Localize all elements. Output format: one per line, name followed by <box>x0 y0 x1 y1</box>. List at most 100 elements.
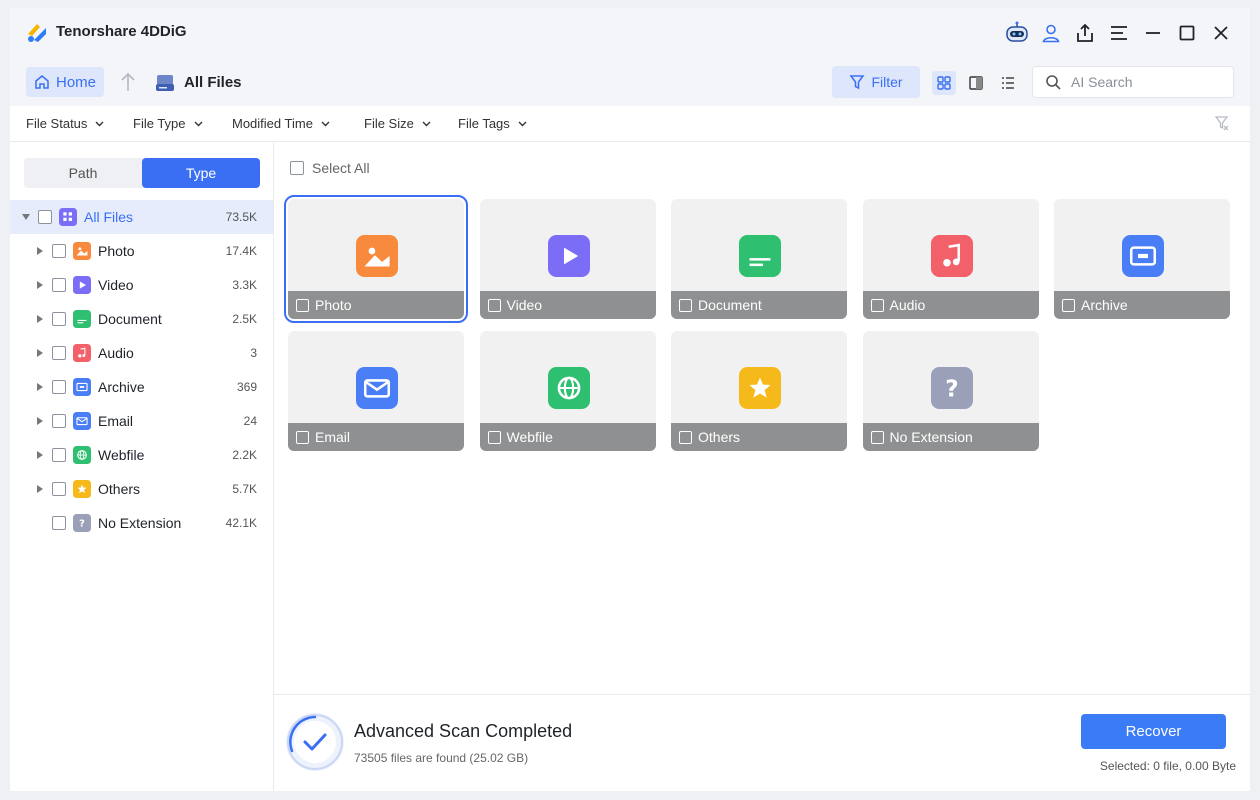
menu-icon[interactable] <box>1102 18 1136 48</box>
caret-right-icon[interactable] <box>36 417 44 425</box>
grid-view-button[interactable] <box>932 71 956 95</box>
tile-audio[interactable]: Audio <box>862 199 1039 319</box>
selected-info: Selected: 0 file, 0.00 Byte <box>1099 759 1236 773</box>
tile-label: Photo <box>315 297 352 313</box>
scan-summary: 73505 files are found (25.02 GB) <box>354 751 529 765</box>
webfile-icon <box>547 367 590 415</box>
tile-email[interactable]: Email <box>288 331 464 451</box>
caret-right-icon[interactable] <box>36 349 44 357</box>
tile-checkbox[interactable] <box>870 430 884 444</box>
tile-caption: Document <box>671 291 847 319</box>
caret-right-icon[interactable] <box>36 383 44 391</box>
sidebar-item-webfile[interactable]: Webfile 2.2K <box>10 438 273 472</box>
filter-file-status[interactable]: File Status <box>26 116 104 131</box>
sidebar-item-count: 73.5K <box>225 210 257 224</box>
tab-path[interactable]: Path <box>24 158 142 188</box>
caret-right-icon[interactable] <box>36 485 44 493</box>
tile-video[interactable]: Video <box>479 199 656 319</box>
sidebar-item-checkbox[interactable] <box>52 380 66 394</box>
tile-others[interactable]: Others <box>671 331 847 451</box>
sidebar-item-others[interactable]: Others 5.7K <box>10 472 273 506</box>
sidebar-item-checkbox[interactable] <box>52 312 66 326</box>
list-view-button[interactable] <box>996 71 1020 95</box>
tile-checkbox[interactable] <box>870 298 884 312</box>
select-all-checkbox[interactable] <box>290 161 304 175</box>
maximize-icon[interactable] <box>1170 18 1204 48</box>
tile-document[interactable]: Document <box>671 199 847 319</box>
tile-archive[interactable]: Archive <box>1054 199 1230 319</box>
sidebar-item-checkbox[interactable] <box>52 448 66 462</box>
chevron-down-icon <box>194 121 203 126</box>
filter-file-tags[interactable]: File Tags <box>458 116 527 131</box>
photo-icon <box>73 242 91 260</box>
grid-icon <box>59 208 77 226</box>
recover-button[interactable]: Recover <box>1081 714 1226 749</box>
search-box[interactable] <box>1032 66 1234 98</box>
others-icon <box>739 367 781 415</box>
caret-right-icon[interactable] <box>36 247 44 255</box>
sidebar-item-checkbox[interactable] <box>52 244 66 258</box>
up-arrow-icon[interactable] <box>118 71 138 93</box>
tile-caption: Audio <box>862 291 1039 319</box>
sidebar-item-audio[interactable]: Audio 3 <box>10 336 273 370</box>
sidebar-item-document[interactable]: Document 2.5K <box>10 302 273 336</box>
status-footer: Advanced Scan Completed 73505 files are … <box>274 694 1250 791</box>
sidebar-item-all-files[interactable]: All Files 73.5K <box>10 200 273 234</box>
tile-checkbox[interactable] <box>296 430 309 444</box>
sidebar-item-checkbox[interactable] <box>52 414 66 428</box>
sidebar-item-email[interactable]: Email 24 <box>10 404 273 438</box>
filter-file-type[interactable]: File Type <box>133 116 203 131</box>
sidebar-item-photo[interactable]: Photo 17.4K <box>10 234 273 268</box>
tile-checkbox[interactable] <box>296 298 309 312</box>
tile-checkbox[interactable] <box>1062 298 1075 312</box>
sidebar-item-checkbox[interactable] <box>52 278 66 292</box>
close-icon[interactable] <box>1204 18 1238 48</box>
app-window: Tenorshare 4DDiG Home All Files Filter A… <box>10 8 1250 791</box>
sidebar-item-no-extension[interactable]: ? No Extension 42.1K <box>10 506 273 540</box>
navigation-bar: Home All Files Filter <box>10 58 1250 106</box>
no-extension-icon: ? <box>930 367 973 415</box>
sidebar-item-checkbox[interactable] <box>52 516 66 530</box>
photo-icon <box>356 235 398 283</box>
tile-no-extension[interactable]: ? No Extension <box>862 331 1039 451</box>
filter-file-size[interactable]: File Size <box>364 116 431 131</box>
tile-checkbox[interactable] <box>487 430 501 444</box>
tile-webfile[interactable]: Webfile <box>479 331 656 451</box>
tile-checkbox[interactable] <box>679 430 692 444</box>
sidebar-item-checkbox[interactable] <box>38 210 52 224</box>
caret-right-icon[interactable] <box>36 451 44 459</box>
filter-modified-time[interactable]: Modified Time <box>232 116 330 131</box>
sidebar-item-label: All Files <box>84 209 134 225</box>
email-icon <box>356 367 398 415</box>
filter-modified-time-label: Modified Time <box>232 116 313 131</box>
sidebar-item-archive[interactable]: Archive 369 <box>10 370 273 404</box>
clear-filter-icon[interactable] <box>1214 115 1230 131</box>
share-icon[interactable] <box>1068 18 1102 48</box>
home-button[interactable]: Home <box>26 67 104 97</box>
tab-type[interactable]: Type <box>142 158 260 188</box>
chevron-down-icon <box>95 121 104 126</box>
tile-photo[interactable]: Photo <box>284 195 468 323</box>
caret-right-icon[interactable] <box>36 315 44 323</box>
filter-file-type-label: File Type <box>133 116 186 131</box>
archive-icon <box>1122 235 1164 283</box>
select-all[interactable]: Select All <box>290 160 370 176</box>
minimize-icon[interactable] <box>1136 18 1170 48</box>
robot-assistant-icon[interactable] <box>1000 18 1034 48</box>
tile-checkbox[interactable] <box>679 298 692 312</box>
grid-view-icon <box>937 76 951 90</box>
tile-caption: No Extension <box>862 423 1039 451</box>
select-all-label: Select All <box>312 160 370 176</box>
preview-view-button[interactable] <box>964 71 988 95</box>
user-icon[interactable] <box>1034 18 1068 48</box>
search-input[interactable] <box>1071 74 1211 90</box>
tile-checkbox[interactable] <box>487 298 501 312</box>
filter-button[interactable]: Filter <box>832 66 920 98</box>
caret-right-icon[interactable] <box>36 281 44 289</box>
filter-file-status-label: File Status <box>26 116 88 131</box>
sidebar-item-video[interactable]: Video 3.3K <box>10 268 273 302</box>
sidebar-item-checkbox[interactable] <box>52 346 66 360</box>
caret-down-icon[interactable] <box>22 213 30 221</box>
sidebar-item-count: 369 <box>236 380 257 394</box>
sidebar-item-checkbox[interactable] <box>52 482 66 496</box>
